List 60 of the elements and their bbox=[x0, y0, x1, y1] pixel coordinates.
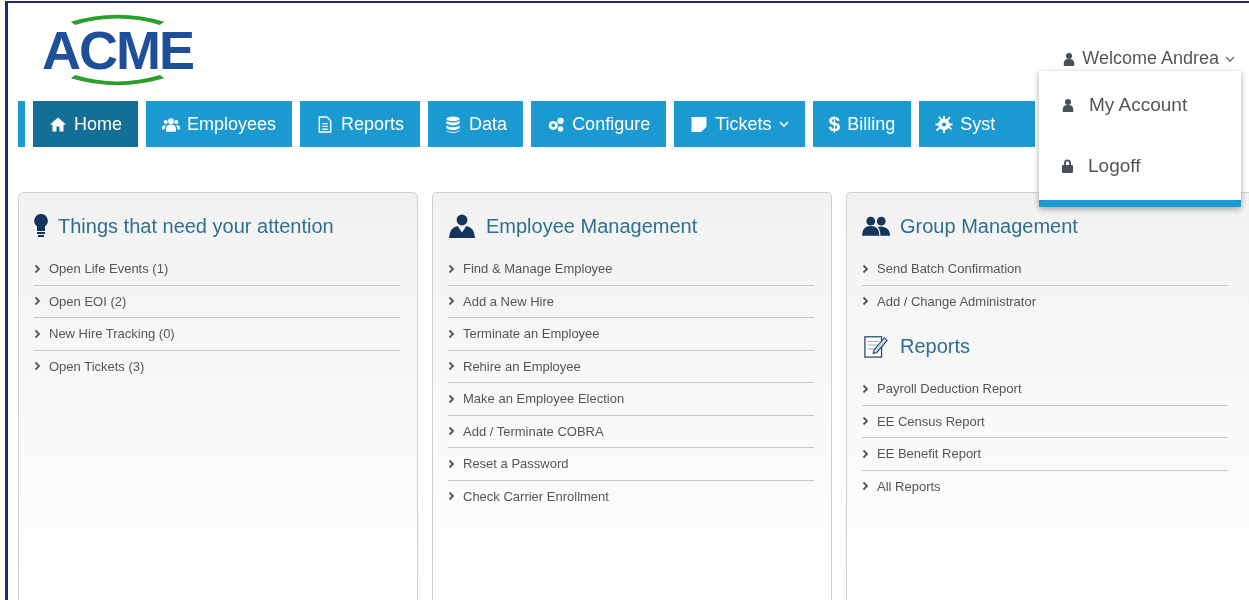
section-heading: Employee Management bbox=[486, 214, 698, 239]
gear-icon bbox=[935, 115, 954, 133]
chevron-icon bbox=[862, 448, 869, 459]
panel-link[interactable]: Check Carrier Enrollment bbox=[448, 480, 814, 512]
chevron-icon bbox=[448, 263, 455, 274]
database-icon bbox=[444, 115, 463, 133]
panel-link[interactable]: Open Life Events (1) bbox=[34, 253, 400, 286]
panel-link[interactable]: Open EOI (2) bbox=[34, 285, 400, 318]
panel-link[interactable]: Add / Terminate COBRA bbox=[448, 415, 814, 448]
lock-icon bbox=[1061, 158, 1074, 174]
home-icon bbox=[49, 115, 67, 133]
panel-link[interactable]: New Hire Tracking (0) bbox=[34, 318, 400, 351]
dollar-icon: $ bbox=[828, 108, 841, 140]
notepad-pencil-icon bbox=[862, 334, 890, 358]
panel-link[interactable]: Find & Manage Employee bbox=[448, 253, 814, 286]
section-heading: Group Management bbox=[900, 214, 1078, 239]
chevron-icon bbox=[448, 328, 455, 339]
chevron-icon bbox=[34, 361, 41, 372]
panel-link[interactable]: EE Census Report bbox=[862, 405, 1228, 438]
chevron-icon bbox=[862, 383, 869, 394]
panel-link[interactable]: Send Batch Confirmation bbox=[862, 253, 1228, 286]
menu-item[interactable]: My Account bbox=[1039, 79, 1241, 132]
menu-item[interactable]: Logoff bbox=[1039, 139, 1241, 192]
chevron-icon bbox=[448, 458, 455, 469]
chevron-icon bbox=[34, 296, 41, 307]
panel-link[interactable]: Add / Change Administrator bbox=[862, 285, 1228, 317]
logo: ACME bbox=[38, 17, 197, 83]
person-icon bbox=[448, 214, 476, 238]
chevron-icon bbox=[448, 491, 455, 502]
lightbulb-icon bbox=[34, 214, 48, 238]
section-heading: Reports bbox=[900, 334, 971, 359]
user-icon bbox=[1061, 97, 1075, 114]
panel-link[interactable]: Rehire an Employee bbox=[448, 350, 814, 383]
chevron-icon bbox=[862, 481, 869, 492]
panel-link[interactable]: Payroll Deduction Report bbox=[862, 373, 1228, 406]
panel-link[interactable]: Terminate an Employee bbox=[448, 318, 814, 351]
note-icon bbox=[690, 115, 709, 133]
panel-link[interactable]: Open Tickets (3) bbox=[34, 350, 400, 382]
caret-icon bbox=[1225, 54, 1235, 63]
nav-bar-edge bbox=[18, 101, 25, 147]
panel-link[interactable]: Add a New Hire bbox=[448, 285, 814, 318]
nav-tab[interactable]: Home bbox=[33, 101, 138, 147]
chevron-icon bbox=[862, 416, 869, 427]
chevron-icon bbox=[448, 426, 455, 437]
chevron-icon bbox=[448, 361, 455, 372]
group-icon bbox=[862, 214, 890, 238]
panel-link[interactable]: All Reports bbox=[862, 470, 1228, 502]
chevron-icon bbox=[34, 328, 41, 339]
chevron-icon bbox=[34, 263, 41, 274]
chevron-icon bbox=[448, 393, 455, 404]
chevron-icon bbox=[862, 263, 869, 274]
user-menu-toggle[interactable]: Welcome Andrea bbox=[1062, 45, 1235, 72]
panel-link[interactable]: EE Benefit Report bbox=[862, 438, 1228, 471]
panel-link[interactable]: Reset a Password bbox=[448, 448, 814, 481]
chevron-icon bbox=[862, 296, 869, 307]
chevron-icon bbox=[448, 296, 455, 307]
section-heading: Things that need your attention bbox=[58, 214, 334, 239]
user-icon bbox=[1062, 50, 1077, 67]
users-icon bbox=[162, 115, 180, 133]
panel-link[interactable]: Make an Employee Election bbox=[448, 383, 814, 416]
